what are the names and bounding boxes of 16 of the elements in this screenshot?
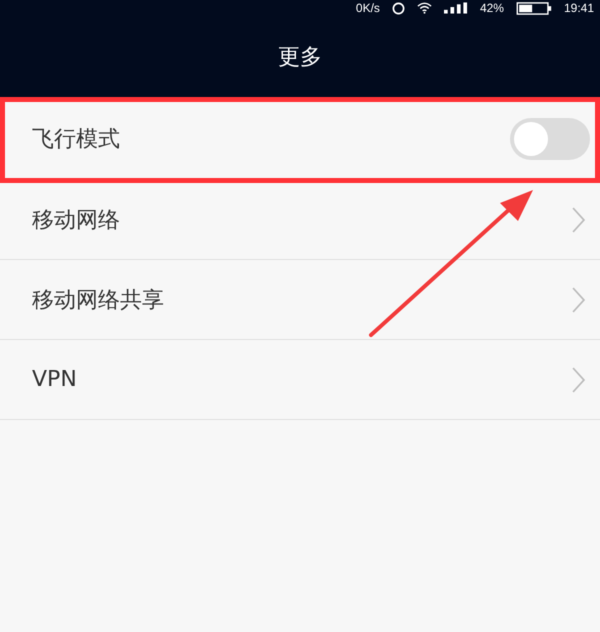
battery-icon [516,2,552,14]
network-speed: 0K/s [356,1,380,15]
setting-label: 飞行模式 [32,126,120,154]
screen-title: 更多 [278,44,322,72]
chevron-right-icon[interactable] [572,286,585,312]
clock-time: 19:41 [564,1,594,15]
ring-icon [392,2,405,14]
chevron-right-icon[interactable] [572,366,585,392]
setting-label: 移动网络 [32,206,120,234]
chevron-right-icon[interactable] [572,206,585,232]
setting-label: VPN [32,367,77,392]
setting-label: 移动网络共享 [32,286,164,314]
battery-percentage: 42% [480,1,504,15]
signal-icon [444,2,468,14]
wifi-icon [416,2,432,14]
toggle-switch[interactable] [510,118,590,160]
